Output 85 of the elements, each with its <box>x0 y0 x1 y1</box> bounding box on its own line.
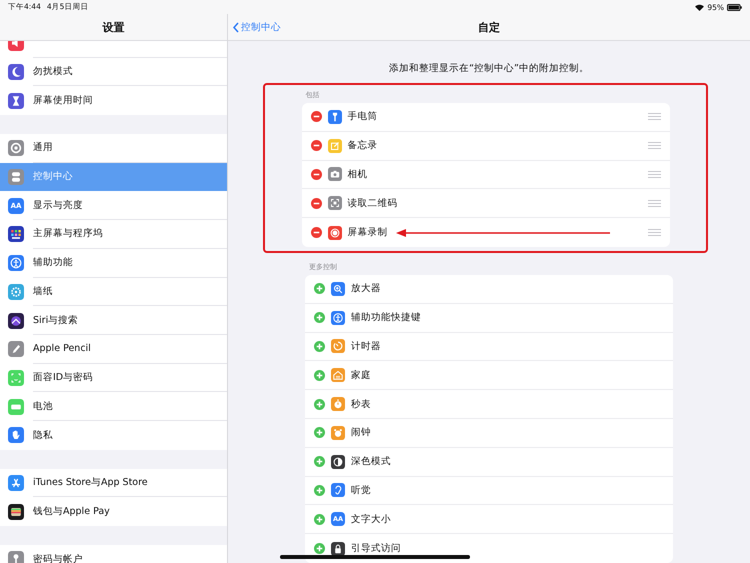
magnifier-icon <box>331 282 345 296</box>
wallet-icon <box>8 504 24 520</box>
add-button[interactable] <box>314 427 325 438</box>
control-label: 计时器 <box>351 340 381 353</box>
flower-icon <box>8 284 24 300</box>
sidebar-title: 设置 <box>102 20 124 34</box>
qr-scanner-icon <box>328 196 342 210</box>
sidebar-item[interactable]: 墙纸 <box>0 278 227 306</box>
control-label: 秒表 <box>351 398 371 411</box>
person-icon <box>8 255 24 272</box>
note-icon <box>328 138 342 153</box>
chevron-left-icon <box>233 22 239 32</box>
control-label: 引导式访问 <box>351 542 401 556</box>
sidebar-item[interactable]: 勿扰模式 <box>0 58 227 86</box>
alarm-clock-icon <box>331 426 345 440</box>
moon-icon <box>8 64 24 80</box>
key-icon <box>8 551 24 563</box>
add-button[interactable] <box>314 514 325 525</box>
remove-button[interactable] <box>310 111 322 122</box>
remove-button[interactable] <box>310 198 322 209</box>
pencil-icon <box>8 341 24 358</box>
drag-handle-icon[interactable] <box>648 229 660 236</box>
toggles-icon <box>8 169 24 186</box>
gear-icon <box>8 140 24 156</box>
contrast-icon <box>331 454 345 469</box>
drag-handle-icon[interactable] <box>648 170 660 178</box>
lock-icon <box>331 542 345 556</box>
battery-icon <box>8 398 24 415</box>
camera-icon <box>328 167 342 182</box>
sidebar-item[interactable]: iTunes Store与App Store <box>0 468 227 498</box>
stopwatch-icon <box>331 397 345 412</box>
face-icon <box>8 370 24 386</box>
timer-icon <box>331 339 345 354</box>
sidebar-item[interactable]: 面容ID与密码 <box>0 364 227 392</box>
control-label: 屏幕录制 <box>348 226 388 240</box>
sidebar-item[interactable]: Siri与搜索 <box>0 306 227 335</box>
control-label: 文字大小 <box>351 512 391 526</box>
drag-handle-icon[interactable] <box>648 200 660 207</box>
flashlight-icon <box>328 110 342 124</box>
remove-button[interactable] <box>310 227 322 238</box>
person-icon <box>331 310 345 325</box>
add-button[interactable] <box>314 398 325 410</box>
app-store-icon <box>8 474 24 491</box>
drag-handle-icon[interactable] <box>648 142 660 150</box>
hand-icon <box>8 427 24 444</box>
control-label: 家庭 <box>351 368 371 382</box>
control-label: 闹钟 <box>351 426 371 440</box>
description-text: 添加和整理显示在“控制中心”中的附加控制。 <box>389 63 589 74</box>
sidebar-item[interactable]: 通用 <box>0 134 227 163</box>
control-label: 放大器 <box>351 282 381 296</box>
control-label: 相机 <box>348 168 368 181</box>
grid-icon <box>8 226 24 242</box>
ear-icon <box>331 483 345 498</box>
wifi-icon <box>695 4 704 10</box>
control-label: 听觉 <box>351 484 371 497</box>
sidebar-item[interactable]: Apple Pencil <box>0 334 227 364</box>
sidebar-item[interactable]: 密码与帐户 <box>0 545 227 563</box>
sidebar-item[interactable]: 屏幕使用时间 <box>0 86 227 116</box>
drag-handle-icon[interactable] <box>648 113 660 120</box>
control-label: 手电筒 <box>348 110 378 124</box>
remove-button[interactable] <box>310 168 322 180</box>
control-label: 读取二维码 <box>348 196 398 210</box>
control-label: 备忘录 <box>348 139 378 152</box>
add-button[interactable] <box>314 543 325 554</box>
add-button[interactable] <box>314 312 325 324</box>
add-button[interactable] <box>314 340 325 352</box>
sidebar-item[interactable]: 钱包与Apple Pay <box>0 497 227 526</box>
add-button[interactable] <box>314 370 325 381</box>
record-icon <box>328 226 342 240</box>
house-icon <box>331 368 345 382</box>
sidebar-item[interactable]: 隐私 <box>0 420 227 450</box>
sidebar-item[interactable]: 辅助功能 <box>0 248 227 278</box>
orb-icon <box>8 312 24 329</box>
battery-icon <box>727 4 742 10</box>
control-label: 辅助功能快捷键 <box>351 311 421 324</box>
add-button[interactable] <box>314 456 325 468</box>
page-title: 自定 <box>478 20 500 34</box>
remove-button[interactable] <box>310 140 322 152</box>
hourglass-icon <box>8 92 24 109</box>
back-button[interactable]: 控制中心 <box>228 20 287 34</box>
sidebar-item[interactable]: 主屏幕与程序坞 <box>0 220 227 249</box>
control-label: 深色模式 <box>351 455 391 468</box>
add-button[interactable] <box>314 484 325 496</box>
add-button[interactable] <box>314 283 325 294</box>
sidebar-item[interactable]: 电池 <box>0 392 227 421</box>
